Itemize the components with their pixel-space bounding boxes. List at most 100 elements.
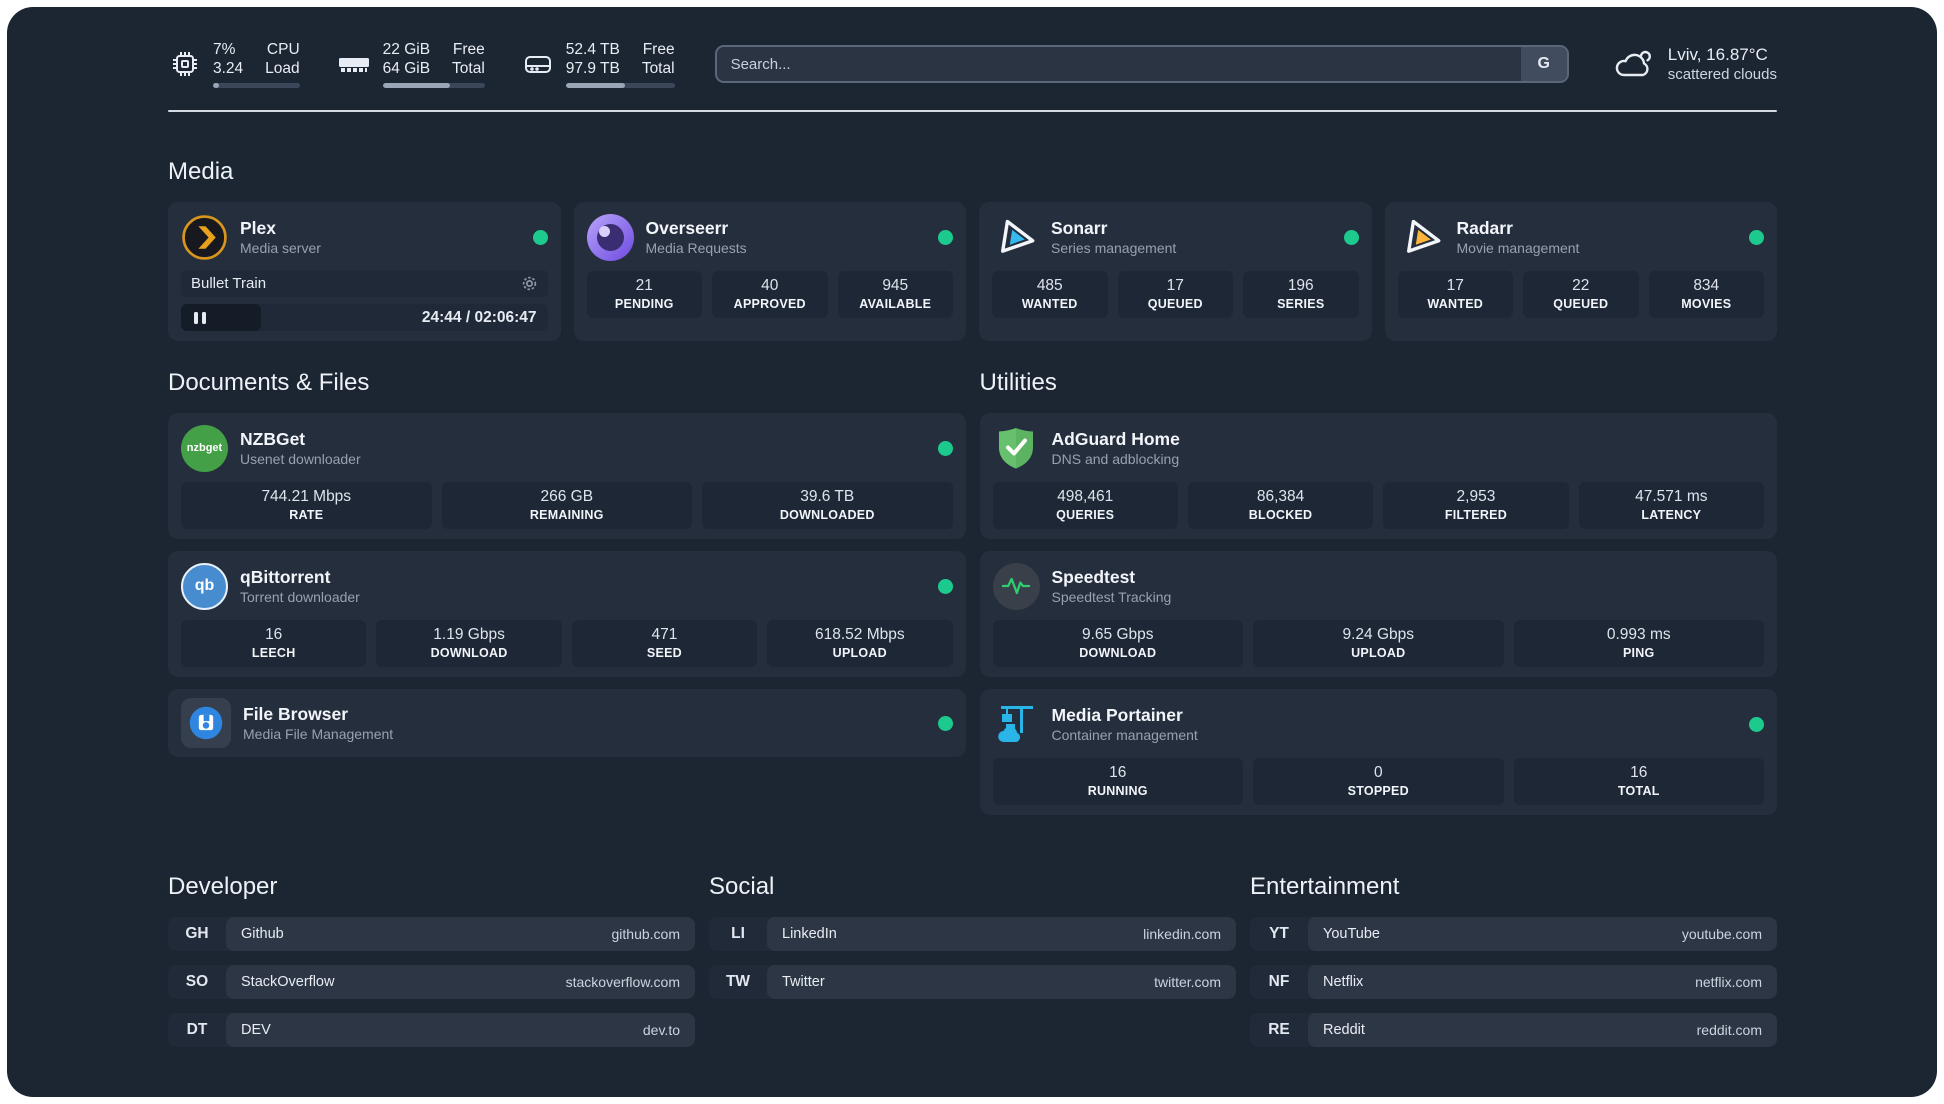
social-group: Social LI LinkedIn linkedin.com TW Twitt… xyxy=(709,873,1236,1061)
playback-time: 24:44 / 02:06:47 xyxy=(421,308,537,326)
status-dot xyxy=(1343,229,1359,245)
radarr-logo-icon xyxy=(1394,210,1448,264)
app-subtitle: Media File Management xyxy=(243,725,394,742)
section-title-entertainment: Entertainment xyxy=(1250,873,1400,900)
app-name: qBittorrent xyxy=(240,566,331,587)
link-youtube[interactable]: YouTube youtube.com xyxy=(1308,917,1777,951)
pause-button[interactable] xyxy=(181,304,261,331)
stat-leech: 16 LEECH xyxy=(181,620,367,667)
cpu-label: CPU xyxy=(266,41,300,58)
app-card-portainer[interactable]: Media Portainer Container management 16 … xyxy=(979,689,1777,815)
stat-downloaded: 39.6 TB DOWNLOADED xyxy=(702,482,953,529)
utilities-column: Utilities AdGuard Home DNS and adblockin… xyxy=(979,369,1777,815)
stat-queued: 17 QUEUED xyxy=(1117,271,1233,318)
weather-location-temp: Lviv, 16.87°C xyxy=(1667,45,1768,64)
link-twitter[interactable]: Twitter twitter.com xyxy=(767,965,1236,999)
stat-remaining: 266 GB REMAINING xyxy=(441,482,692,529)
stat-filtered: 2,953 FILTERED xyxy=(1383,482,1569,529)
link-row-github: GH Github github.com xyxy=(168,917,695,951)
search-engine-button[interactable]: G xyxy=(1520,47,1567,81)
link-abbr: TW xyxy=(725,973,751,990)
app-card-speedtest[interactable]: Speedtest Speedtest Tracking 9.65 Gbps D… xyxy=(979,551,1777,677)
header-divider xyxy=(168,110,1777,112)
section-title-social: Social xyxy=(709,873,775,900)
app-name: AdGuard Home xyxy=(1051,428,1180,449)
speedtest-logo-icon xyxy=(992,562,1040,610)
link-abbr: DT xyxy=(186,1021,208,1038)
section-title-documents: Documents & Files xyxy=(168,369,370,396)
stat-wanted: 17 WANTED xyxy=(1397,271,1513,318)
stat-pending: 21 PENDING xyxy=(586,271,702,318)
stat-queued: 22 QUEUED xyxy=(1523,271,1639,318)
disk-progress-bar xyxy=(565,83,675,88)
link-row-reddit: RE Reddit reddit.com xyxy=(1250,1013,1777,1047)
cpu-load-value: 3.24 xyxy=(213,60,244,77)
link-abbr: SO xyxy=(185,973,209,990)
system-metrics: 7% 3.24 CPU Load 22 GiB 64 GiB Free Tota… xyxy=(168,40,675,88)
stat-running: 16 RUNNING xyxy=(992,758,1243,805)
entertainment-group: Entertainment YT YouTube youtube.com NF … xyxy=(1250,873,1777,1061)
disk-free-label: Free xyxy=(642,41,675,58)
disk-icon xyxy=(521,47,555,81)
app-card-radarr[interactable]: Radarr Movie management 17 WANTED 22 QUE… xyxy=(1384,202,1777,341)
cpu-metric: 7% 3.24 CPU Load xyxy=(168,40,300,88)
search-box: G xyxy=(714,45,1569,83)
player-settings-icon[interactable] xyxy=(521,275,538,292)
player-progress-row: 24:44 / 02:06:47 xyxy=(181,304,548,331)
nzbget-logo-icon: nzbget xyxy=(181,424,228,472)
app-card-filebrowser[interactable]: File Browser Media File Management xyxy=(168,689,966,757)
app-card-adguard[interactable]: AdGuard Home DNS and adblocking 498,461 … xyxy=(979,413,1777,539)
search-input[interactable] xyxy=(714,45,1569,83)
link-linkedin[interactable]: LinkedIn linkedin.com xyxy=(767,917,1236,951)
stat-rate: 744.21 Mbps RATE xyxy=(181,482,432,529)
app-card-sonarr[interactable]: Sonarr Series management 485 WANTED 17 Q… xyxy=(979,202,1372,341)
memory-total-label: Total xyxy=(452,60,485,77)
documents-column: Documents & Files nzbget NZBGet Usenet d… xyxy=(168,369,966,815)
stat-queries: 498,461 QUERIES xyxy=(992,482,1178,529)
link-netflix[interactable]: Netflix netflix.com xyxy=(1308,965,1777,999)
app-subtitle: DNS and adblocking xyxy=(1051,450,1180,467)
cpu-progress-bar xyxy=(213,83,300,88)
stat-series: 196 SERIES xyxy=(1243,271,1359,318)
stat-latency: 47.571 ms LATENCY xyxy=(1578,482,1764,529)
stat-movies: 834 MOVIES xyxy=(1648,271,1764,318)
stat-upload: 618.52 Mbps UPLOAD xyxy=(767,620,953,667)
stat-approved: 40 APPROVED xyxy=(712,271,828,318)
app-name: Media Portainer xyxy=(1051,704,1183,725)
link-row-youtube: YT YouTube youtube.com xyxy=(1250,917,1777,951)
link-github[interactable]: Github github.com xyxy=(226,917,695,951)
plex-logo-icon xyxy=(181,214,228,261)
stat-available: 945 AVAILABLE xyxy=(837,271,953,318)
app-card-plex[interactable]: Plex Media server Bullet Train 24:44 / 0… xyxy=(168,202,561,341)
portainer-logo-icon xyxy=(993,701,1040,748)
status-dot xyxy=(937,440,953,456)
app-subtitle: Media Requests xyxy=(645,239,747,256)
section-title-developer: Developer xyxy=(168,873,278,900)
qbittorrent-logo-icon: qb xyxy=(181,562,228,610)
stat-upload: 9.24 Gbps UPLOAD xyxy=(1253,620,1504,667)
link-stackoverflow[interactable]: StackOverflow stackoverflow.com xyxy=(226,965,695,999)
app-name: File Browser xyxy=(243,703,349,724)
link-dev[interactable]: DEV dev.to xyxy=(226,1013,695,1047)
app-card-nzbget[interactable]: nzbget NZBGet Usenet downloader 744.21 M… xyxy=(168,413,966,539)
memory-free-label: Free xyxy=(452,41,485,58)
stat-download: 9.65 Gbps DOWNLOAD xyxy=(992,620,1243,667)
app-card-qbittorrent[interactable]: qb qBittorrent Torrent downloader 16 LEE… xyxy=(168,551,966,677)
memory-icon xyxy=(336,47,372,81)
link-abbr: LI xyxy=(731,925,745,942)
link-groups: Developer GH Github github.com SO StackO… xyxy=(168,873,1777,1061)
adguard-logo-icon xyxy=(993,425,1040,472)
load-label: Load xyxy=(265,60,300,77)
status-dot xyxy=(938,229,953,245)
weather-widget: Lviv, 16.87°C scattered clouds xyxy=(1611,44,1777,84)
app-subtitle: Container management xyxy=(1051,726,1198,743)
app-name: Radarr xyxy=(1456,217,1513,238)
app-name: NZBGet xyxy=(240,428,306,449)
dashboard: 7% 3.24 CPU Load 22 GiB 64 GiB Free Tota… xyxy=(7,7,1937,1097)
link-row-linkedin: LI LinkedIn linkedin.com xyxy=(709,917,1236,951)
stat-seed: 471 SEED xyxy=(571,620,758,667)
link-reddit[interactable]: Reddit reddit.com xyxy=(1308,1013,1777,1047)
now-playing-row: Bullet Train xyxy=(181,270,548,297)
app-subtitle: Movie management xyxy=(1456,239,1580,256)
app-card-overseerr[interactable]: Overseerr Media Requests 21 PENDING 40 A… xyxy=(573,202,966,341)
